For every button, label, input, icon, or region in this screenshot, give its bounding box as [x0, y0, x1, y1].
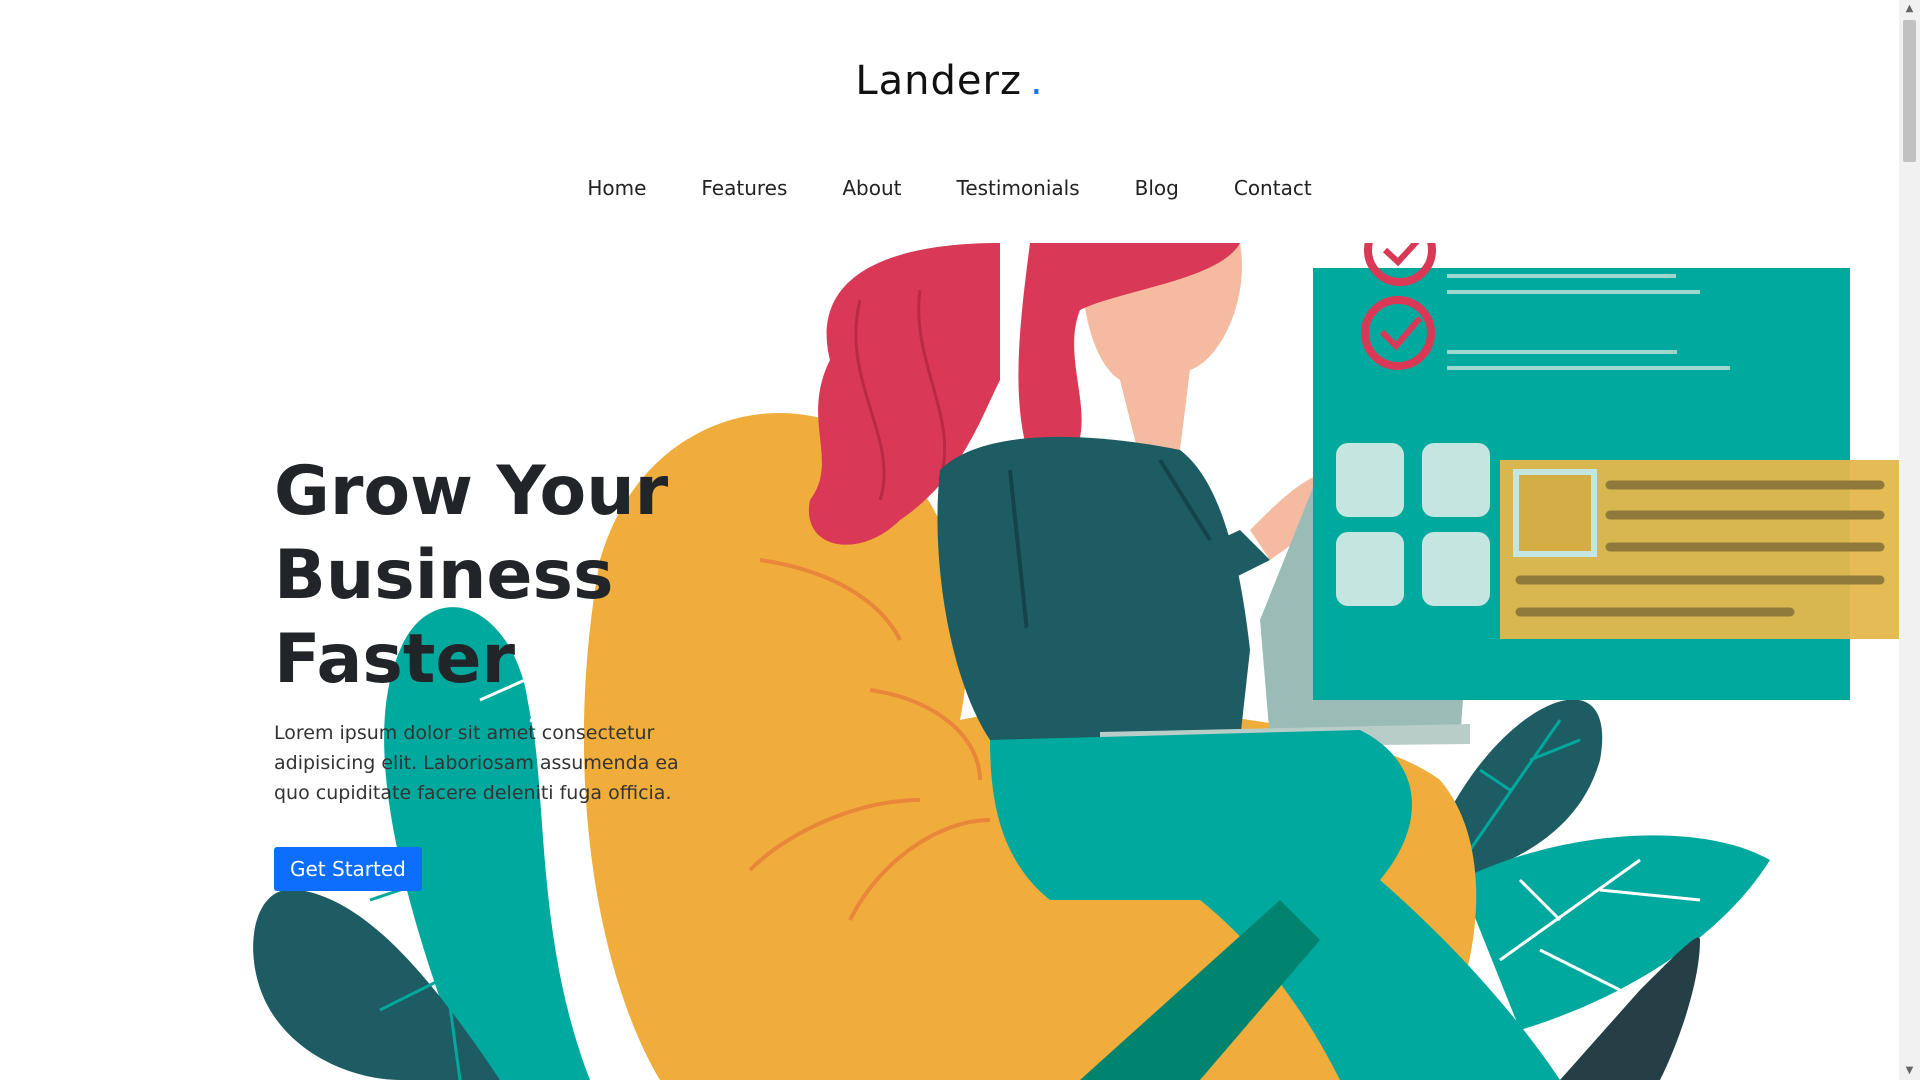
nav-item-home[interactable]: Home — [587, 176, 646, 200]
scroll-up-arrow-icon[interactable]: ▲ — [1899, 0, 1920, 18]
nav-item-blog[interactable]: Blog — [1135, 176, 1179, 200]
scroll-down-arrow-icon[interactable]: ▼ — [1899, 1062, 1920, 1080]
nav-item-about[interactable]: About — [842, 176, 901, 200]
brand-dot: . — [1029, 58, 1044, 104]
nav-item-contact[interactable]: Contact — [1234, 176, 1312, 200]
landing-page: Landerz. Home Features About Testimonial… — [0, 0, 1899, 1080]
scroll-thumb[interactable] — [1903, 20, 1916, 162]
main-nav: Home Features About Testimonials Blog Co… — [0, 176, 1899, 200]
nav-item-features[interactable]: Features — [701, 176, 787, 200]
hero-content: Grow Your Business Faster Lorem ipsum do… — [274, 450, 694, 891]
nav-item-testimonials[interactable]: Testimonials — [957, 176, 1080, 200]
hero-description: Lorem ipsum dolor sit amet consectetur a… — [274, 722, 679, 804]
brand-logo[interactable]: Landerz. — [0, 58, 1899, 104]
get-started-button[interactable]: Get Started — [274, 847, 422, 891]
brand-name: Landerz — [855, 58, 1022, 104]
hero-title: Grow Your Business Faster — [274, 452, 669, 699]
page-scrollbar[interactable]: ▲ ▼ — [1899, 0, 1920, 1080]
